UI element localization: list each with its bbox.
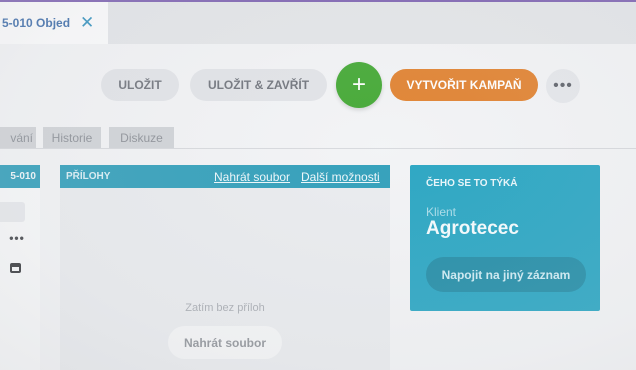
more-options-button[interactable]: ••• — [546, 69, 580, 103]
client-label: Klient — [426, 205, 457, 219]
left-panel: 5-010 ••• — [0, 165, 40, 370]
upload-file-link[interactable]: Nahrát soubor — [214, 170, 290, 184]
calendar-icon[interactable] — [10, 263, 21, 273]
document-tab-title: 5-010 Objed — [2, 16, 71, 30]
document-tab-strip: 5-010 Objed ✕ — [0, 2, 636, 44]
tabs-divider — [0, 148, 636, 149]
tab-history[interactable]: Historie — [43, 127, 101, 148]
plus-icon: + — [351, 71, 366, 98]
add-button[interactable]: + — [336, 62, 382, 108]
related-title: ČEHO SE TO TÝKÁ — [426, 178, 518, 189]
tab-discussion[interactable]: Diskuze — [109, 127, 174, 148]
upload-file-button[interactable]: Nahrát soubor — [168, 326, 282, 359]
left-panel-header: 5-010 — [0, 165, 40, 188]
close-icon[interactable]: ✕ — [80, 13, 94, 33]
client-value[interactable]: Agrotecec — [426, 218, 519, 240]
attachments-panel: PŘÍLOHY Nahrát soubor Další možnosti Zat… — [60, 165, 390, 370]
tab-truncated[interactable]: vání — [0, 127, 36, 148]
related-panel: ČEHO SE TO TÝKÁ Klient Agrotecec Napojit… — [410, 165, 600, 311]
link-other-record-button[interactable]: Napojit na jiný záznam — [426, 257, 586, 292]
attachments-empty-text: Zatím bez příloh — [185, 302, 265, 314]
create-campaign-button[interactable]: VYTVOŘIT KAMPAŇ — [390, 69, 538, 101]
attachments-header: PŘÍLOHY Nahrát soubor Další možnosti — [60, 165, 390, 188]
ellipsis-icon[interactable]: ••• — [7, 231, 27, 247]
ellipsis-icon: ••• — [553, 77, 573, 94]
save-button[interactable]: ULOŽIT — [101, 69, 179, 101]
document-tab[interactable]: 5-010 Objed ✕ — [0, 2, 108, 44]
left-panel-input[interactable] — [0, 202, 25, 222]
more-options-link[interactable]: Další možnosti — [301, 170, 380, 184]
attachments-title: PŘÍLOHY — [66, 171, 111, 182]
save-and-close-button[interactable]: ULOŽIT & ZAVŘÍT — [190, 69, 327, 101]
